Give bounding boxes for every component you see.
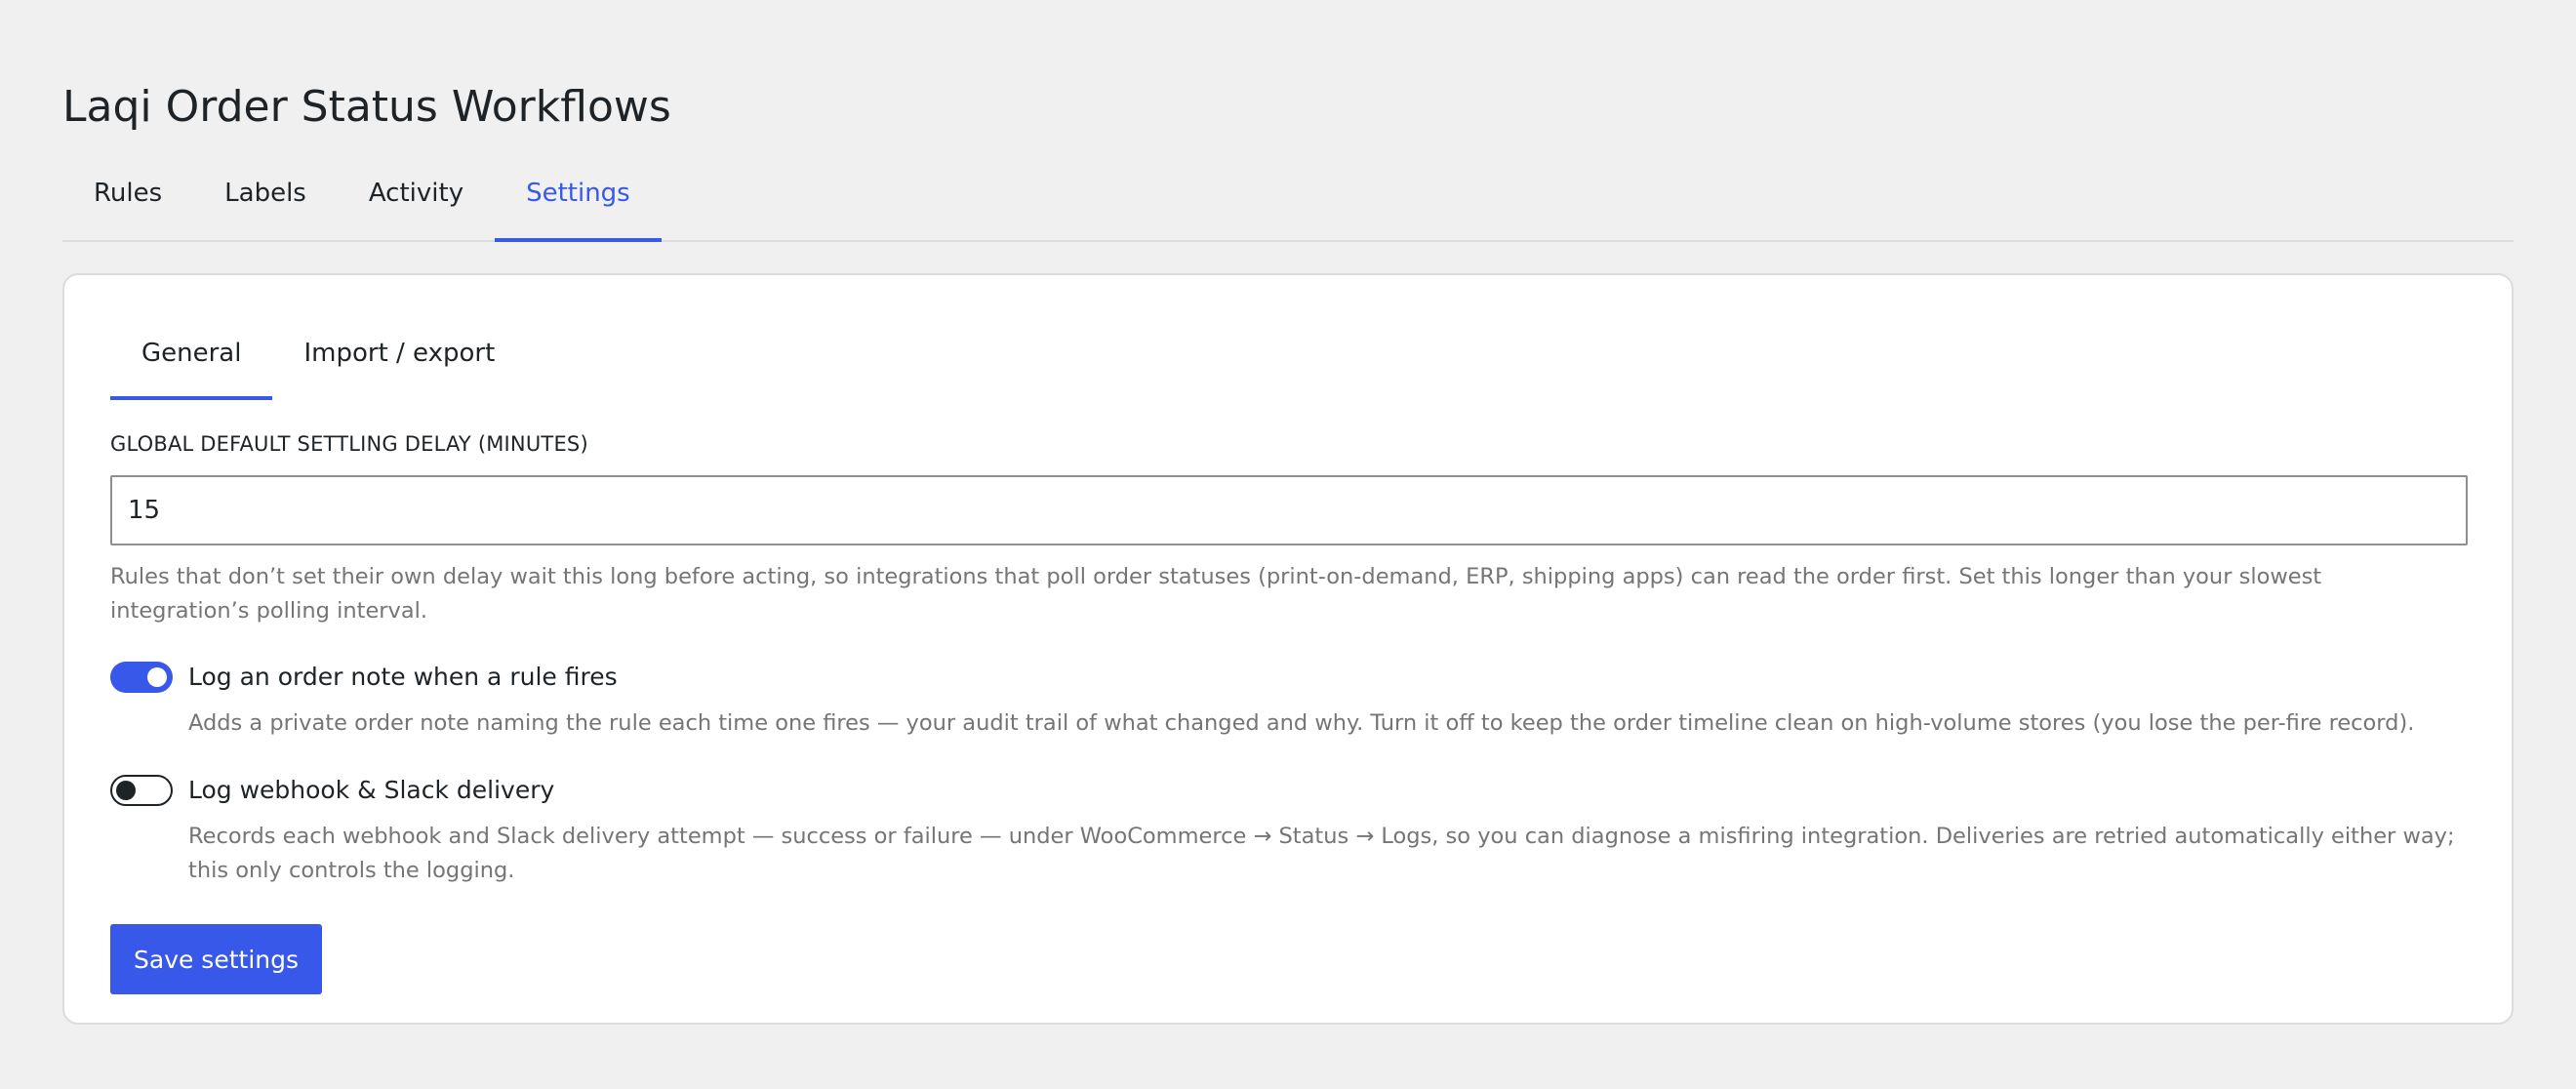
order-note-toggle-label: Log an order note when a rule fires xyxy=(188,663,618,691)
subtab-general[interactable]: General xyxy=(110,318,273,400)
webhook-logging-setting: Log webhook & Slack delivery xyxy=(110,771,554,810)
save-settings-button[interactable]: Save settings xyxy=(110,924,323,994)
order-note-toggle[interactable] xyxy=(110,662,173,693)
sub-tabs: General Import / export xyxy=(110,318,526,400)
subtab-import-export[interactable]: Import / export xyxy=(272,318,526,400)
tab-settings[interactable]: Settings xyxy=(495,162,662,242)
tab-labels[interactable]: Labels xyxy=(193,162,338,240)
settling-delay-label: GLOBAL DEFAULT SETTLING DELAY (MINUTES) xyxy=(110,432,588,456)
order-note-setting: Log an order note when a rule fires xyxy=(110,658,618,697)
webhook-logging-help: Records each webhook and Slack delivery … xyxy=(188,824,2455,883)
tab-activity[interactable]: Activity xyxy=(338,162,495,240)
main-tabs: Rules Labels Activity Settings xyxy=(62,162,2514,242)
tab-rules[interactable]: Rules xyxy=(62,162,193,240)
settling-delay-help: Rules that don’t set their own delay wai… xyxy=(110,564,2322,624)
settling-delay-input[interactable] xyxy=(110,475,2468,545)
webhook-logging-toggle[interactable] xyxy=(110,775,173,806)
page-title: Laqi Order Status Workflows xyxy=(62,82,671,132)
settings-card: General Import / export GLOBAL DEFAULT S… xyxy=(62,273,2514,1025)
webhook-logging-toggle-label: Log webhook & Slack delivery xyxy=(188,776,555,804)
order-note-help: Adds a private order note naming the rul… xyxy=(188,710,2415,736)
